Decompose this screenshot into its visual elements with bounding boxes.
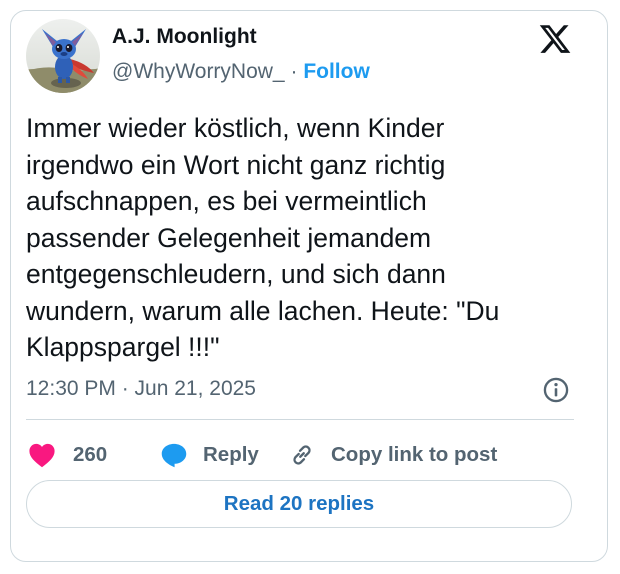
author-handle-row: @WhyWorryNow_ · Follow	[112, 60, 370, 84]
handle-separator: ·	[290, 60, 298, 83]
author-display-name[interactable]: A.J. Moonlight	[112, 25, 257, 49]
copy-link-label: Copy link to post	[331, 443, 498, 466]
avatar[interactable]	[26, 19, 100, 93]
follow-button[interactable]: Follow	[303, 60, 370, 83]
author-handle[interactable]: @WhyWorryNow_	[112, 60, 285, 83]
action-bar: 260 Reply Copy link to post	[26, 435, 586, 475]
like-button[interactable]: 260	[28, 435, 107, 475]
x-logo-icon[interactable]	[538, 22, 572, 56]
avatar-image	[26, 19, 100, 93]
reply-label: Reply	[203, 443, 259, 466]
read-replies-button[interactable]: Read 20 replies	[26, 480, 572, 528]
tweet-timestamp[interactable]: 12:30 PM · Jun 21, 2025	[26, 377, 256, 401]
info-icon[interactable]	[542, 376, 570, 404]
copy-link-button[interactable]: Copy link to post	[288, 435, 497, 475]
like-count: 260	[73, 443, 108, 466]
link-icon	[293, 445, 311, 465]
reply-bubble-icon	[161, 443, 187, 468]
heart-icon	[29, 443, 55, 468]
divider	[26, 419, 574, 420]
reply-button[interactable]: Reply	[160, 435, 259, 475]
tweet-text: Immer wieder köstlich, wenn Kinder irgen…	[26, 113, 500, 362]
